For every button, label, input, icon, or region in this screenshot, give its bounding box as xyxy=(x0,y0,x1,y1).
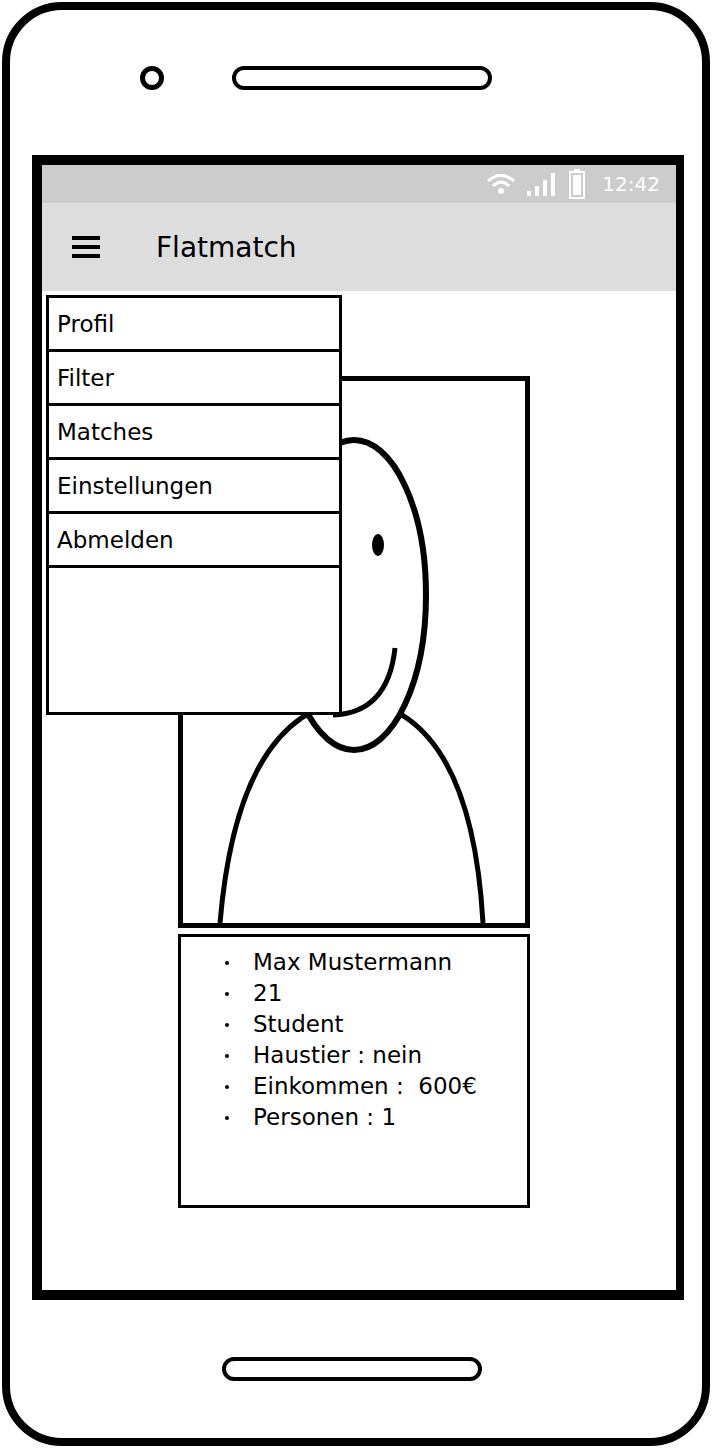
menu-item[interactable]: Abmelden xyxy=(49,514,339,568)
camera-icon xyxy=(140,66,164,90)
profile-field: 21 xyxy=(225,978,527,1009)
phone-bottom xyxy=(10,1300,702,1438)
profile-field-list: Max Mustermann21StudentHaustier : neinEi… xyxy=(225,947,527,1133)
profile-field: Max Mustermann xyxy=(225,947,527,978)
speaker-icon xyxy=(232,66,492,90)
status-time: 12:42 xyxy=(602,172,660,196)
phone-top xyxy=(10,10,702,155)
app-bar: Flatmatch xyxy=(42,203,676,291)
profile-field: Haustier : nein xyxy=(225,1040,527,1071)
profile-field: Personen : 1 xyxy=(225,1102,527,1133)
menu-item[interactable]: Filter xyxy=(49,352,339,406)
menu-item[interactable]: Matches xyxy=(49,406,339,460)
phone-frame: 12:42 Flatmatch Max Mustermann21StudentHau… xyxy=(2,2,710,1446)
app-title: Flatmatch xyxy=(156,231,297,264)
menu-icon[interactable] xyxy=(72,236,100,258)
menu-item[interactable]: Einstellungen xyxy=(49,460,339,514)
screen: 12:42 Flatmatch Max Mustermann21StudentHau… xyxy=(32,155,684,1300)
menu-item[interactable]: Profil xyxy=(49,298,339,352)
profile-info: Max Mustermann21StudentHaustier : neinEi… xyxy=(178,934,530,1208)
status-bar: 12:42 xyxy=(42,165,676,203)
content: Max Mustermann21StudentHaustier : neinEi… xyxy=(42,291,676,1290)
profile-field: Student xyxy=(225,1009,527,1040)
side-menu: ProfilFilterMatchesEinstellungenAbmelden xyxy=(46,295,342,715)
home-button-icon[interactable] xyxy=(222,1357,482,1381)
signal-icon xyxy=(526,171,558,197)
wifi-icon xyxy=(486,172,516,196)
battery-icon xyxy=(568,169,586,199)
profile-field: Einkommen : 600€ xyxy=(225,1071,527,1102)
